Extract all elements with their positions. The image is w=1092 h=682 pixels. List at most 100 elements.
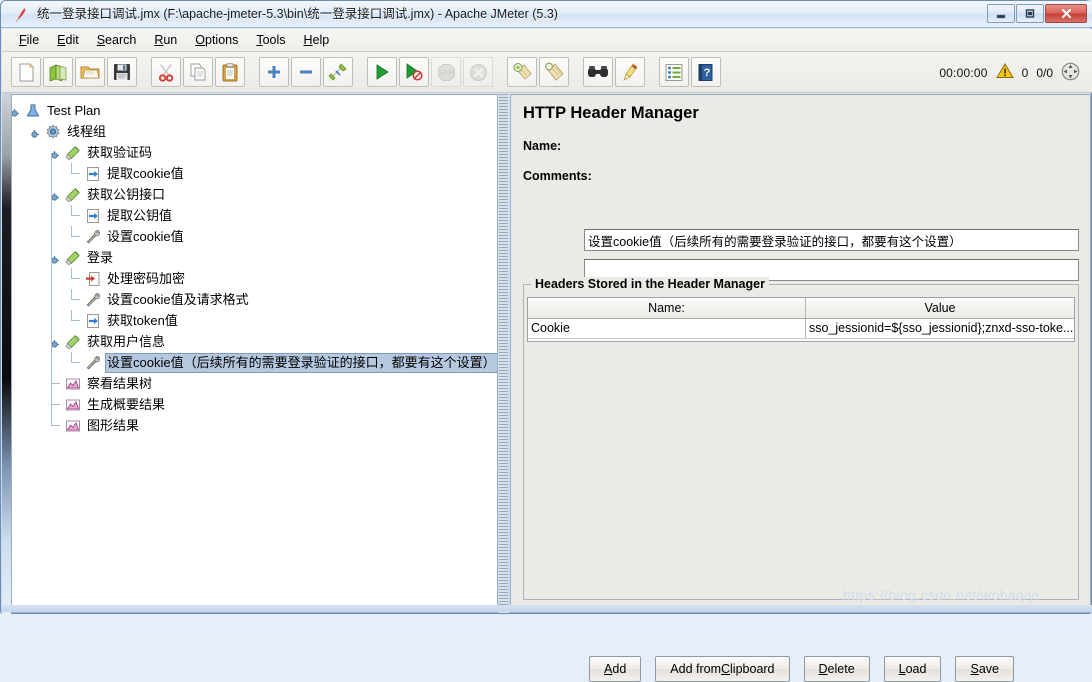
tree-elbow-line	[71, 215, 80, 216]
table-column-header[interactable]: Value	[806, 298, 1074, 318]
tree-node[interactable]: Test Plan	[12, 100, 497, 121]
table-body: Cookie sso_jessionid=${sso_jessionid};znx…	[528, 319, 1074, 339]
tree-node-label: 获取验证码	[87, 144, 153, 160]
cut-icon[interactable]	[151, 57, 181, 87]
tree-expander-icon[interactable]	[30, 127, 39, 138]
toolbar: STOP ? 00:00:00 0 0/0	[2, 52, 1092, 93]
menu-run[interactable]: Run	[145, 29, 186, 52]
pre-processor-icon	[84, 270, 102, 288]
tree-node-label: 设置cookie值及请求格式	[107, 291, 249, 307]
tree-node-label: 登录	[87, 249, 114, 265]
tree-node[interactable]: 图形结果	[12, 415, 497, 436]
test-plan-tree-pane[interactable]: Test Plan 线程组获取验证码提取cookie值获取公钥接口提取公钥值设置c…	[11, 94, 498, 613]
window-controls	[987, 4, 1087, 23]
tree-elbow-line	[71, 299, 80, 300]
tree-elbow-line	[71, 362, 80, 363]
http-request-icon	[64, 186, 82, 204]
title-bar: 统一登录接口调试.jmx (F:\apache-jmeter-5.3\bin\统…	[1, 1, 1092, 28]
tree-node[interactable]: 设置cookie值（后续所有的需要登录验证的接口，都要有这个设置）	[12, 352, 497, 373]
toggle-icon[interactable]	[323, 57, 353, 87]
add-button[interactable]: Add	[589, 656, 642, 682]
http-request-icon	[64, 249, 82, 267]
clear-all-icon[interactable]	[539, 57, 569, 87]
tree-node-label: 提取cookie值	[107, 165, 184, 181]
save-button[interactable]: Save	[955, 656, 1014, 682]
save-icon[interactable]	[107, 57, 137, 87]
tree-node[interactable]: 提取公钥值	[12, 205, 497, 226]
tree-elbow-line	[51, 404, 60, 405]
stop-icon: STOP	[431, 57, 461, 87]
tree-node-label: 获取token值	[107, 312, 178, 328]
maximize-button[interactable]	[1016, 4, 1044, 23]
headers-table[interactable]: Name: Value Cookie sso_jessionid=${sso_jes…	[527, 297, 1075, 342]
table-row[interactable]: Cookie sso_jessionid=${sso_jessionid};znx…	[528, 319, 1074, 339]
templates-icon[interactable]	[43, 57, 73, 87]
table-cell[interactable]: sso_jessionid=${sso_jessionid};znxd-sso-…	[806, 319, 1074, 338]
menu-edit[interactable]: Edit	[48, 29, 88, 52]
menu-search[interactable]: Search	[88, 29, 146, 52]
help-icon[interactable]: ?	[691, 57, 721, 87]
tree-elbow-line	[51, 383, 60, 384]
tree-node[interactable]: 获取验证码	[12, 142, 497, 163]
tree-node[interactable]: 提取cookie值	[12, 163, 497, 184]
warning-triangle-icon[interactable]	[995, 63, 1014, 82]
copy-icon[interactable]	[183, 57, 213, 87]
name-input[interactable]	[584, 229, 1079, 251]
tree-node[interactable]: 获取用户信息	[12, 331, 497, 352]
reset-search-icon[interactable]	[615, 57, 645, 87]
collapse-all-icon[interactable]	[291, 57, 321, 87]
delete-button[interactable]: Delete	[803, 656, 870, 682]
open-icon[interactable]	[75, 57, 105, 87]
function-helper-icon[interactable]	[659, 57, 689, 87]
start-icon[interactable]	[367, 57, 397, 87]
thread-count: 0/0	[1036, 65, 1053, 80]
tree-elbow-line	[71, 278, 80, 279]
table-cell[interactable]: Cookie	[528, 319, 806, 338]
svg-text:STOP: STOP	[439, 70, 453, 76]
headers-group-title: Headers Stored in the Header Manager	[531, 277, 769, 291]
header-manager-icon	[84, 228, 102, 246]
tree-node[interactable]: 线程组	[12, 121, 497, 142]
table-column-header[interactable]: Name:	[528, 298, 806, 318]
panel-button-row: Add Add from Clipboard Delete Load Save	[511, 656, 1092, 682]
start-no-pauses-icon[interactable]	[399, 57, 429, 87]
paste-icon[interactable]	[215, 57, 245, 87]
load-button[interactable]: Load	[883, 656, 942, 682]
tree-expander-icon[interactable]	[12, 106, 19, 117]
tree-node-label: 提取公钥值	[107, 207, 173, 223]
tree-node[interactable]: 处理密码加密	[12, 268, 497, 289]
minimize-button[interactable]	[987, 4, 1015, 23]
tree-node[interactable]: 登录	[12, 247, 497, 268]
tree-node[interactable]: 获取token值	[12, 310, 497, 331]
tree-elbow-line	[71, 173, 80, 174]
tree-node[interactable]: 设置cookie值及请求格式	[12, 289, 497, 310]
menu-help[interactable]: Help	[295, 29, 339, 52]
tree-node[interactable]: 生成概要结果	[12, 394, 497, 415]
expand-remote-icon[interactable]	[1061, 62, 1080, 84]
test-plan-tree: Test Plan 线程组获取验证码提取cookie值获取公钥接口提取公钥值设置c…	[12, 95, 497, 436]
close-button[interactable]	[1045, 4, 1087, 23]
tree-connector-line	[51, 153, 52, 425]
name-label: Name:	[523, 139, 562, 153]
tree-node[interactable]: 获取公钥接口	[12, 184, 497, 205]
menu-tools[interactable]: Tools	[247, 29, 294, 52]
split-pane-divider[interactable]	[499, 94, 508, 613]
clear-icon[interactable]	[507, 57, 537, 87]
window-title: 统一登录接口调试.jmx (F:\apache-jmeter-5.3\bin\统…	[37, 7, 558, 21]
tree-node[interactable]: 设置cookie值	[12, 226, 497, 247]
elapsed-timer: 00:00:00	[939, 65, 988, 80]
menu-options[interactable]: Options	[186, 29, 247, 52]
menu-file[interactable]: File	[10, 29, 48, 52]
add-from-clipboard-button[interactable]: Add from Clipboard	[655, 656, 790, 682]
expand-all-icon[interactable]	[259, 57, 289, 87]
header-manager-icon	[84, 354, 102, 372]
new-icon[interactable]	[11, 57, 41, 87]
svg-text:?: ?	[704, 67, 711, 79]
tree-node-label: 处理密码加密	[107, 270, 186, 286]
tree-node-label: 生成概要结果	[87, 396, 166, 412]
search-icon[interactable]	[583, 57, 613, 87]
jmeter-feather-icon	[13, 6, 30, 23]
tree-node-label: 设置cookie值	[107, 228, 184, 244]
tree-node[interactable]: 察看结果树	[12, 373, 497, 394]
tree-node-label: 察看结果树	[87, 375, 153, 391]
